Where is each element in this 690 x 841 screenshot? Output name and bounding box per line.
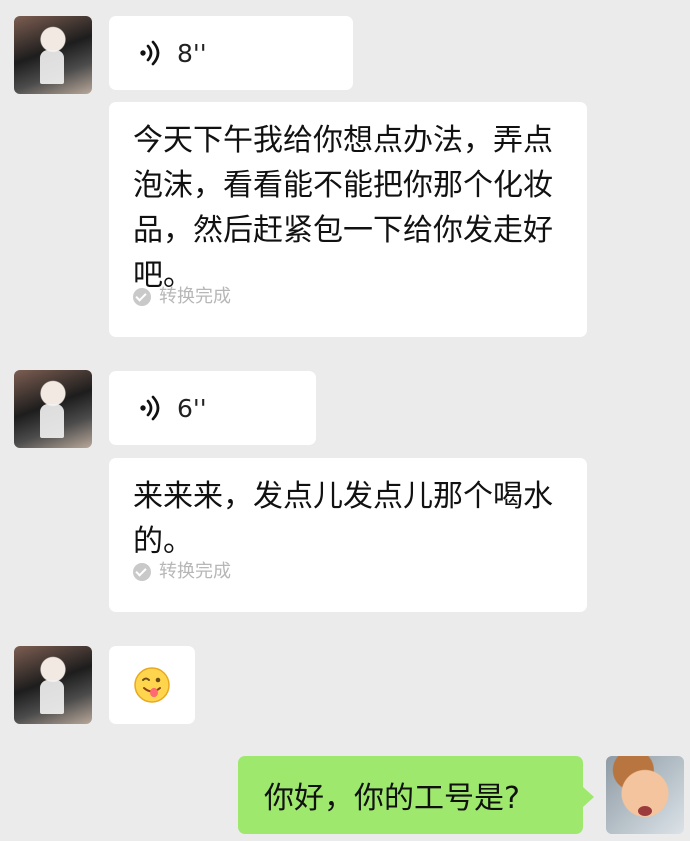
conversion-status: 转换完成 (133, 549, 231, 594)
transcription-1[interactable]: 今天下午我给你想点办法，弄点泡沫，看看能不能把你那个化妆品，然后赶紧包一下给你发… (109, 102, 587, 337)
check-circle-icon (133, 562, 151, 581)
outgoing-message[interactable]: 你好，你的工号是? (238, 756, 594, 834)
transcription-text: 今天下午我给你想点办法，弄点泡沫，看看能不能把你那个化妆品，然后赶紧包一下给你发… (133, 123, 553, 293)
emoji-message[interactable] (109, 646, 195, 724)
voice-message-2[interactable]: 6'' (109, 371, 316, 445)
conversion-status-label: 转换完成 (159, 286, 231, 307)
sender-avatar[interactable] (14, 646, 92, 724)
voice-icon (140, 395, 160, 421)
transcription-2[interactable]: 来来来，发点儿发点儿那个喝水的。 转换完成 (109, 458, 587, 612)
user-avatar[interactable] (606, 756, 684, 834)
voice-message-1[interactable]: 8'' (109, 16, 353, 90)
check-circle-icon (133, 287, 151, 306)
voice-icon (140, 40, 160, 66)
wink-tongue-emoji-icon (134, 667, 170, 703)
voice-duration: 6'' (177, 393, 207, 423)
sender-avatar[interactable] (14, 16, 92, 94)
voice-duration: 8'' (177, 38, 207, 68)
conversion-status: 转换完成 (133, 274, 231, 319)
outgoing-message-text: 你好，你的工号是? (264, 781, 520, 816)
sender-avatar[interactable] (14, 370, 92, 448)
conversion-status-label: 转换完成 (159, 561, 231, 582)
